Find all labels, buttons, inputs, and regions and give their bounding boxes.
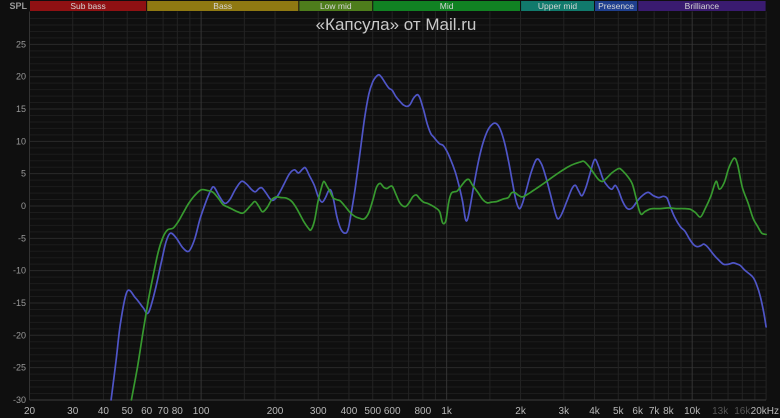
chart-title: «Капсула» от Mail.ru xyxy=(316,15,477,34)
y-axis-title: SPL xyxy=(9,1,27,11)
y-tick-label: 10 xyxy=(16,136,26,146)
band-label: Mid xyxy=(440,1,454,11)
x-tick-label: 8k xyxy=(663,406,675,417)
curves-layer xyxy=(111,75,766,400)
x-tick-label: 70 xyxy=(158,406,170,417)
x-tick-label: 20 xyxy=(24,406,36,417)
y-tick-label: -25 xyxy=(13,363,26,373)
y-tick-label: -30 xyxy=(13,395,26,405)
x-tick-label: 4k xyxy=(589,406,601,417)
band-label: Brilliance xyxy=(685,1,720,11)
chart-canvas: Sub bass Bass Low mid Mid Upper mid Presence B… xyxy=(0,0,780,418)
y-tick-label: -20 xyxy=(13,330,26,340)
x-tick-label: 80 xyxy=(172,406,184,417)
x-tick-label: 600 xyxy=(384,406,401,417)
x-tick-label: 13k xyxy=(712,406,729,417)
y-tick-label: -10 xyxy=(13,266,26,276)
band-label: Low mid xyxy=(320,1,352,11)
x-tick-label: 200 xyxy=(267,406,284,417)
x-tick-label: 5k xyxy=(613,406,625,417)
y-tick-label: 5 xyxy=(21,169,26,179)
curve-green-response xyxy=(131,158,766,400)
y-tick-label: 20 xyxy=(16,72,26,82)
band-label: Presence xyxy=(598,1,634,11)
y-tick-label: 15 xyxy=(16,104,26,114)
x-tick-label: 10k xyxy=(684,406,701,417)
x-tick-label: 1k xyxy=(441,406,453,417)
x-tick-label: 40 xyxy=(98,406,110,417)
x-tick-label: 3k xyxy=(559,406,571,417)
x-tick-label: 16k xyxy=(734,406,751,417)
x-tick-label: 7k xyxy=(649,406,661,417)
x-tick-label: 800 xyxy=(415,406,432,417)
curve-blue-response xyxy=(111,75,766,400)
x-tick-label: 500 xyxy=(364,406,381,417)
x-tick-label: 60 xyxy=(141,406,153,417)
x-tick-label: 20kHz xyxy=(751,406,779,417)
band-label: Upper mid xyxy=(538,1,577,11)
band-label: Bass xyxy=(213,1,232,11)
x-tick-label: 400 xyxy=(341,406,358,417)
x-tick-label: 50 xyxy=(122,406,134,417)
y-tick-label: -15 xyxy=(13,298,26,308)
x-tick-label: 300 xyxy=(310,406,327,417)
x-tick-label: 30 xyxy=(67,406,79,417)
band-label: Sub bass xyxy=(70,1,105,11)
frequency-response-chart: Sub bass Bass Low mid Mid Upper mid Presence B… xyxy=(0,0,780,418)
x-tick-label: 100 xyxy=(193,406,210,417)
x-tick-label: 2k xyxy=(515,406,527,417)
y-tick-label: 25 xyxy=(16,39,26,49)
frequency-bands-row: Sub bass Bass Low mid Mid Upper mid Presence B… xyxy=(30,1,766,11)
y-tick-label: -5 xyxy=(18,233,26,243)
grid-layer xyxy=(30,12,767,401)
y-tick-label: 0 xyxy=(21,201,26,211)
x-tick-label: 6k xyxy=(632,406,644,417)
